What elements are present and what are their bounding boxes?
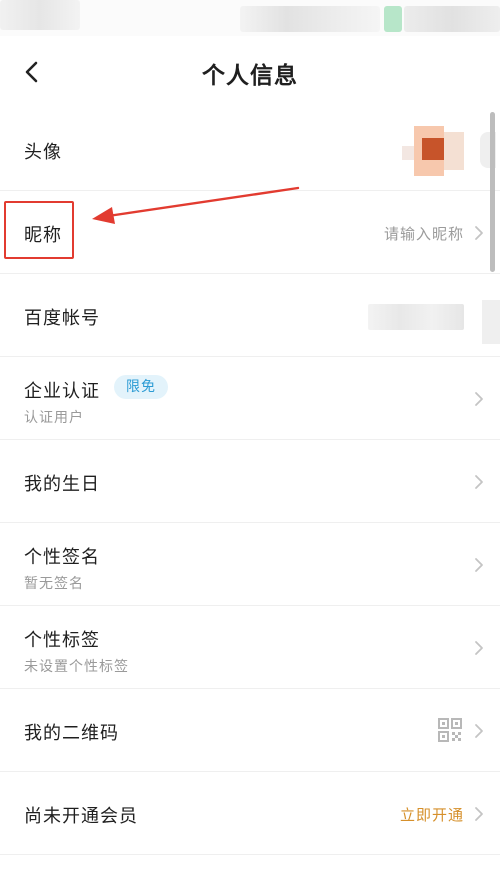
- blurred-status-middle: [240, 6, 380, 32]
- avatar: [402, 126, 466, 176]
- nav-bar: 个人信息: [0, 36, 500, 108]
- tags-sub: 未设置个性标签: [24, 659, 129, 675]
- blurred-status-green: [384, 6, 402, 32]
- row-birthday[interactable]: 我的生日: [0, 440, 500, 523]
- signature-label: 个性签名: [24, 547, 100, 568]
- vip-action[interactable]: 立即开通: [400, 804, 464, 825]
- qr-code-icon: [438, 718, 462, 742]
- enterprise-sub: 认证用户: [24, 410, 84, 426]
- chevron-right-icon: [472, 388, 486, 410]
- tags-label: 个性标签: [24, 630, 100, 651]
- chevron-right-icon: [472, 720, 486, 742]
- row-qrcode[interactable]: 我的二维码: [0, 689, 500, 772]
- row-vip[interactable]: 尚未开通会员 立即开通: [0, 772, 500, 855]
- birthday-label: 我的生日: [24, 474, 100, 495]
- row-nickname[interactable]: 昵称 请输入昵称: [0, 191, 500, 274]
- signature-sub: 暂无签名: [24, 576, 84, 592]
- chevron-right-icon: [472, 222, 486, 244]
- nickname-label: 昵称: [24, 225, 62, 246]
- chevron-right-icon: [472, 554, 486, 576]
- row-avatar[interactable]: 头像: [0, 108, 500, 191]
- row-signature[interactable]: 个性签名 暂无签名: [0, 523, 500, 606]
- row-enterprise-verification[interactable]: 企业认证 限免 认证用户: [0, 357, 500, 440]
- vip-label: 尚未开通会员: [24, 806, 138, 827]
- qrcode-label: 我的二维码: [24, 723, 119, 744]
- blurred-status-left: [0, 0, 80, 30]
- chevron-right-icon: [472, 803, 486, 825]
- chevron-right-icon: [472, 471, 486, 493]
- chevron-right-icon: [472, 637, 486, 659]
- profile-list: 头像 昵称 请输入昵称 百度帐号 企业认证 限免 认证用户 我的生日 个性签名 …: [0, 108, 500, 855]
- avatar-label: 头像: [24, 142, 62, 163]
- page-title: 个人信息: [202, 63, 298, 89]
- scrollbar[interactable]: [490, 112, 495, 272]
- enterprise-label: 企业认证: [24, 381, 100, 402]
- masked-edge: [482, 300, 500, 344]
- nickname-placeholder: 请输入昵称: [383, 225, 464, 243]
- blurred-status-right: [404, 6, 500, 32]
- masked-account-value: [368, 304, 464, 330]
- row-baidu-account[interactable]: 百度帐号: [0, 274, 500, 357]
- baidu-account-label: 百度帐号: [24, 308, 100, 329]
- row-tags[interactable]: 个性标签 未设置个性标签: [0, 606, 500, 689]
- status-bar: [0, 0, 500, 36]
- free-badge: 限免: [114, 375, 168, 399]
